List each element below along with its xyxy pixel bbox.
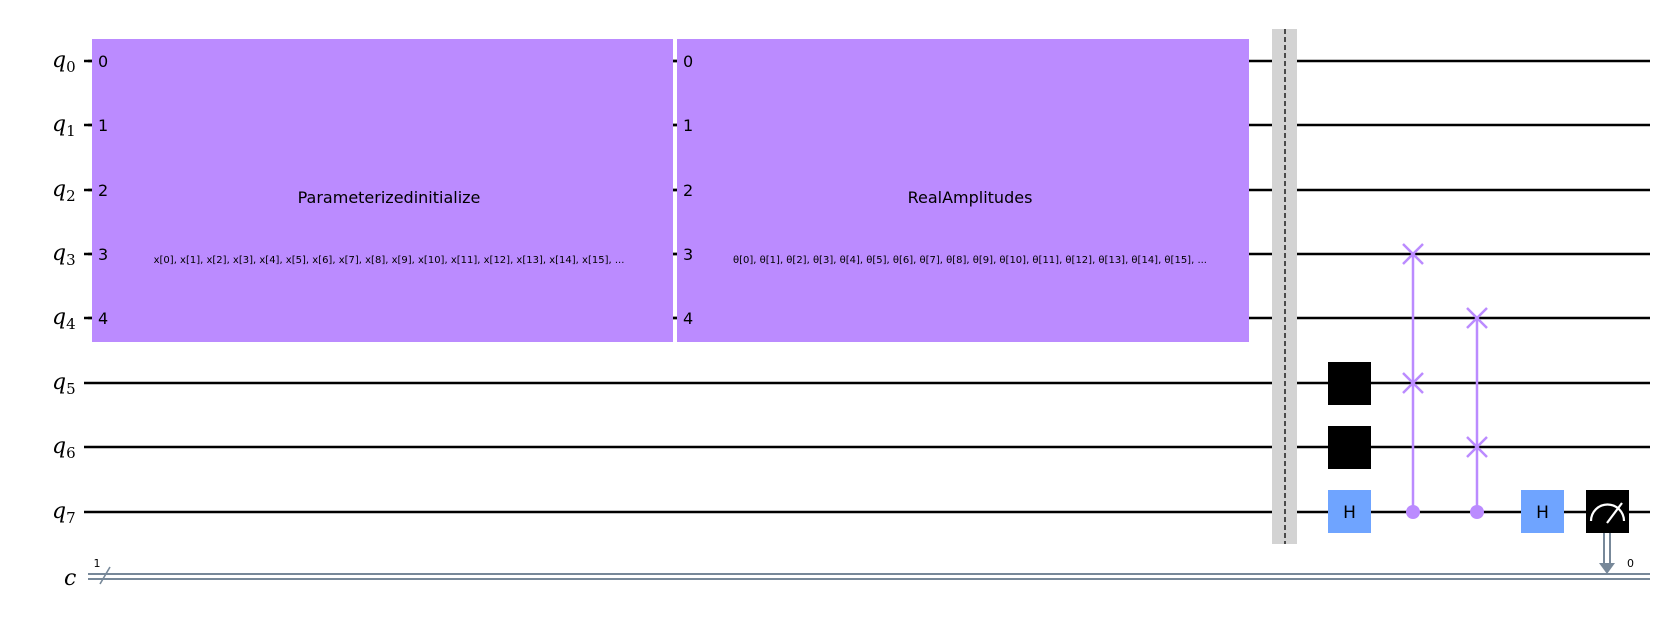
pi-port-2: 2 — [98, 181, 108, 200]
qubit-label-q4: q4 — [52, 305, 76, 333]
reset-gate-q5[interactable]: |0⟩ — [1328, 362, 1371, 405]
ra-port-4: 4 — [683, 309, 693, 328]
classical-bus-slash — [99, 566, 111, 585]
hadamard-gate-2[interactable]: H — [1521, 490, 1564, 533]
parameterized-initialize-block[interactable]: 0 1 2 3 4 Parameterizedinitialize x[0], … — [88, 39, 673, 342]
real-amplitudes-title: RealAmplitudes — [908, 188, 1033, 207]
ra-port-3: 3 — [683, 245, 693, 264]
qubit-label-q3: q3 — [52, 241, 76, 269]
quantum-circuit-diagram: 1 q0 q1 q2 q3 q4 q5 q6 q7 c 0 1 2 3 4 Pa… — [52, 29, 1650, 591]
real-amplitudes-params: θ[0], θ[1], θ[2], θ[3], θ[4], θ[5], θ[6]… — [733, 255, 1207, 266]
measure-gate-box[interactable] — [1586, 490, 1629, 533]
cswap-2-control-dot — [1470, 505, 1484, 519]
hadamard-gate-1-label: H — [1343, 503, 1356, 523]
ra-port-1: 1 — [683, 116, 693, 135]
qubit-label-q6: q6 — [52, 434, 76, 462]
qubit-labels: q0 q1 q2 q3 q4 q5 q6 q7 c — [52, 48, 76, 591]
measure-bit-label: 0 — [1627, 557, 1634, 570]
pi-port-1: 1 — [98, 116, 108, 135]
qubit-label-q5: q5 — [52, 370, 76, 398]
classical-width-label: 1 — [94, 557, 101, 570]
reset-gate-q6-label: |0⟩ — [1339, 439, 1359, 457]
pi-port-3: 3 — [98, 245, 108, 264]
hadamard-gate-2-label: H — [1536, 503, 1549, 523]
qubit-label-q1: q1 — [52, 112, 76, 140]
controlled-swap-2[interactable] — [1466, 307, 1488, 519]
qubit-label-q2: q2 — [52, 177, 76, 205]
parameterized-initialize-port-ticks — [88, 59, 92, 320]
pi-port-0: 0 — [98, 52, 108, 71]
hadamard-gate-1[interactable]: H — [1328, 490, 1371, 533]
real-amplitudes-block[interactable]: 0 1 2 3 4 RealAmplitudes θ[0], θ[1], θ[2… — [673, 39, 1249, 342]
parameterized-initialize-params: x[0], x[1], x[2], x[3], x[4], x[5], x[6]… — [154, 255, 625, 266]
measure-gate[interactable]: 0 — [1586, 490, 1634, 574]
classical-register-wire: 1 — [88, 557, 1650, 585]
qubit-label-q7: q7 — [52, 499, 76, 527]
reset-gate-q6[interactable]: |0⟩ — [1328, 426, 1371, 469]
real-amplitudes-port-ticks — [673, 59, 677, 320]
parameterized-initialize-title: Parameterizedinitialize — [298, 188, 481, 207]
ra-port-2: 2 — [683, 181, 693, 200]
qubit-label-q0: q0 — [52, 48, 76, 76]
cswap-1-control-dot — [1406, 505, 1420, 519]
barrier — [1272, 29, 1297, 544]
measure-arrow-head — [1599, 563, 1615, 574]
pi-port-4: 4 — [98, 309, 108, 328]
ra-port-0: 0 — [683, 52, 693, 71]
classical-register-label: c — [64, 566, 76, 591]
controlled-swap-1[interactable] — [1402, 243, 1424, 519]
reset-gate-q5-label: |0⟩ — [1339, 375, 1359, 393]
